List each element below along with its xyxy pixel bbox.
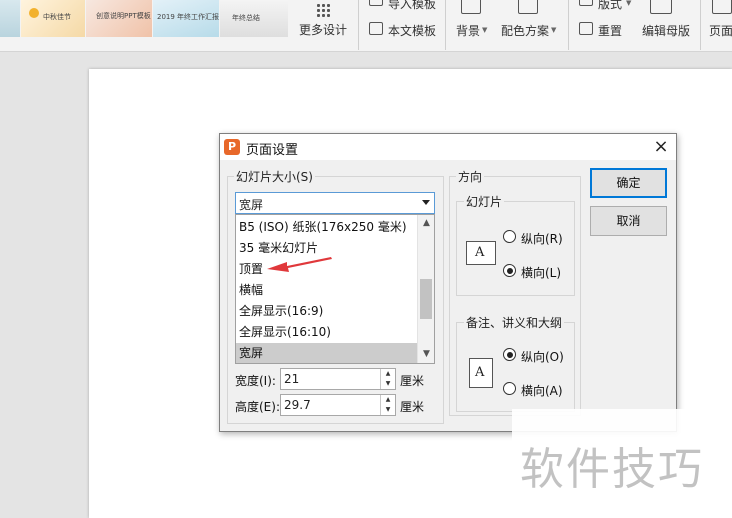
list-item[interactable]: 横幅 (236, 280, 417, 301)
background-icon (461, 0, 481, 14)
thumbnail-caption: 2019 年终工作汇报模板 (157, 13, 219, 21)
template-thumbnail[interactable]: 中秋佳节 (21, 0, 85, 37)
notes-portrait-radio[interactable] (503, 348, 516, 361)
page-icon (712, 0, 732, 14)
list-item[interactable]: 全屏显示(16:10) (236, 322, 417, 343)
height-stepper[interactable]: 29.7 ▲ ▼ (280, 394, 396, 416)
list-item[interactable]: 全屏显示(16:9) (236, 301, 417, 322)
chevron-down-icon (422, 200, 430, 205)
import-template-icon (369, 0, 383, 6)
slides-landscape-radio[interactable] (503, 264, 516, 277)
page-setup-dialog: P 页面设置 × 幻灯片大小(S) 宽屏 B5 (ISO) 纸张(176x250… (219, 133, 677, 432)
page-button[interactable]: 页面 (709, 22, 732, 39)
spin-down-icon[interactable]: ▼ (381, 379, 395, 389)
height-unit: 厘米 (400, 400, 425, 414)
height-value: 29.7 (284, 398, 311, 412)
layout-button[interactable]: 版式 (598, 0, 622, 12)
template-thumbnail[interactable]: 年终总结 (220, 0, 288, 37)
app-logo-icon: P (224, 139, 240, 155)
slides-portrait-radio[interactable] (503, 230, 516, 243)
page-glyph: A (475, 365, 485, 380)
scrollbar-thumb[interactable] (420, 279, 432, 319)
dialog-title: 页面设置 (246, 143, 299, 158)
slides-landscape-label[interactable]: 横向(L) (521, 264, 561, 281)
width-label: 宽度(I): (235, 374, 276, 388)
thumbnail-caption: 中秋佳节 (43, 13, 71, 21)
color-scheme-icon (518, 0, 538, 14)
edit-master-button[interactable]: 编辑母版 (642, 22, 690, 39)
watermark-text: 软件技巧 (520, 444, 704, 495)
more-designs-button[interactable]: 更多设计 (299, 21, 347, 38)
list-item[interactable]: B5 (ISO) 纸张(176x250 毫米) (236, 217, 417, 238)
close-button[interactable]: × (651, 137, 671, 157)
chevron-down-icon[interactable]: ▼ (418, 346, 434, 363)
notes-portrait-label[interactable]: 纵向(O) (521, 348, 564, 365)
slides-orientation-label: 幻灯片 (464, 193, 505, 210)
width-stepper[interactable]: 21 ▲ ▼ (280, 368, 396, 390)
portrait-page-icon: A (469, 358, 493, 388)
ok-button[interactable]: 确定 (590, 168, 667, 198)
reset-icon (579, 22, 593, 35)
spin-up-icon[interactable]: ▲ (381, 395, 395, 405)
spin-down-icon[interactable]: ▼ (381, 405, 395, 415)
watermark-panel: 软件技巧 (512, 409, 732, 518)
width-value: 21 (284, 372, 300, 386)
width-unit: 厘米 (400, 374, 425, 388)
template-thumbnail[interactable] (0, 0, 20, 37)
orientation-label: 方向 (456, 168, 485, 185)
annotation-arrow-icon (267, 257, 332, 272)
this-template-button[interactable]: 本文模板 (388, 22, 436, 39)
chevron-down-icon: ▼ (551, 26, 557, 34)
dropdown-scrollbar[interactable]: ▲ ▼ (417, 215, 434, 363)
landscape-page-icon: A (466, 241, 496, 265)
notes-orientation-label: 备注、讲义和大纲 (464, 314, 565, 331)
dialog-titlebar[interactable]: P 页面设置 × (220, 134, 676, 160)
grid-icon[interactable] (316, 3, 330, 17)
chevron-up-icon[interactable]: ▲ (418, 215, 434, 232)
background-button[interactable]: 背景 (456, 22, 480, 39)
height-label: 高度(E): (235, 400, 280, 414)
layout-icon (579, 0, 593, 6)
reset-button[interactable]: 重置 (598, 22, 622, 39)
color-scheme-button[interactable]: 配色方案 (501, 22, 549, 39)
notes-landscape-radio[interactable] (503, 382, 516, 395)
import-template-button[interactable]: 导入模板 (388, 0, 436, 12)
cancel-button[interactable]: 取消 (590, 206, 667, 236)
slide-size-label: 幻灯片大小(S) (234, 168, 315, 185)
slide-size-select[interactable]: 宽屏 (235, 192, 435, 214)
ribbon-toolbar: 中秋佳节 创意说明PPT模板 2019 年终工作汇报模板 年终总结 更多设计 导… (0, 0, 732, 52)
template-thumbnail[interactable]: 创意说明PPT模板 (86, 0, 152, 37)
thumbnail-caption: 年终总结 (232, 14, 260, 22)
list-item-selected[interactable]: 宽屏 (236, 343, 417, 363)
template-thumbnail[interactable]: 2019 年终工作汇报模板 (153, 0, 219, 37)
chevron-down-icon: ▼ (482, 26, 488, 34)
page-glyph: A (475, 245, 485, 260)
slide-size-value: 宽屏 (239, 198, 264, 212)
slides-portrait-label[interactable]: 纵向(R) (521, 230, 563, 247)
notes-landscape-label[interactable]: 横向(A) (521, 382, 563, 399)
template-icon (369, 22, 383, 35)
thumbnail-caption: 创意说明PPT模板 (96, 12, 151, 20)
spin-up-icon[interactable]: ▲ (381, 369, 395, 379)
slide-size-dropdown[interactable]: B5 (ISO) 纸张(176x250 毫米) 35 毫米幻灯片 顶置 横幅 全… (235, 214, 435, 364)
chevron-down-icon: ▼ (626, 0, 632, 7)
edit-master-icon (650, 0, 672, 14)
